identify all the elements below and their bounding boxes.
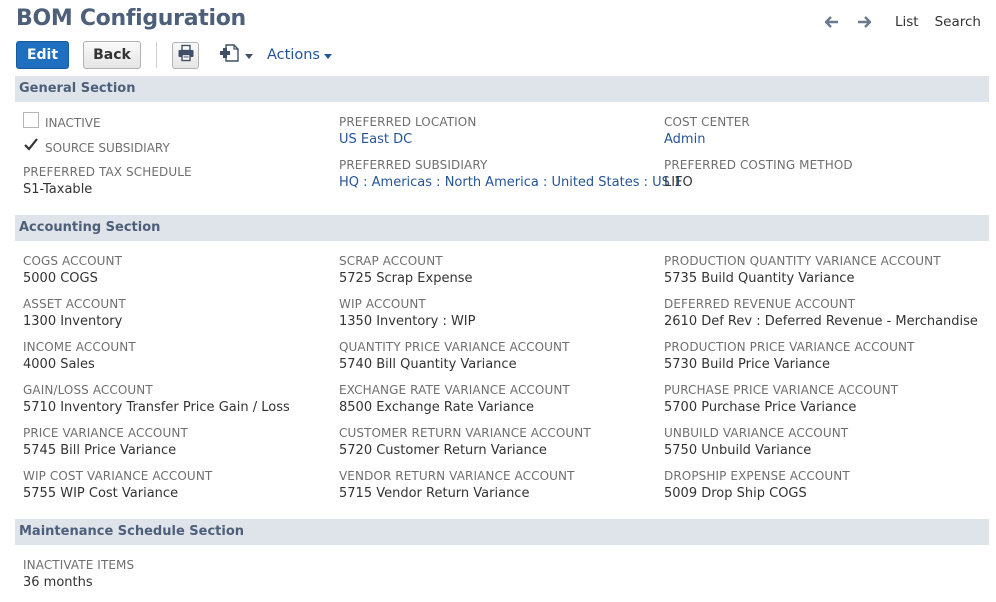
field-label: PRODUCTION PRICE VARIANCE ACCOUNT [664,340,915,354]
print-button[interactable] [172,41,199,69]
field-label: DEFERRED REVENUE ACCOUNT [664,297,856,311]
printer-icon [177,44,195,67]
toolbar-divider [156,42,157,68]
field-value: 5715 Vendor Return Variance [339,486,530,501]
exchange-rate-variance-account-field: EXCHANGE RATE VARIANCE ACCOUNT 8500 Excha… [339,383,659,416]
preferred-tax-schedule-field: PREFERRED TAX SCHEDULE S1-Taxable [23,165,343,198]
accounting-section-header[interactable]: Accounting Section [15,215,989,241]
toolbar: Edit Back Actions [16,40,332,70]
field-label: CUSTOMER RETURN VARIANCE ACCOUNT [339,426,591,440]
inactive-label: INACTIVE [45,116,101,130]
field-value: 5009 Drop Ship COGS [664,486,807,501]
deferred-revenue-account-field: DEFERRED REVENUE ACCOUNT 2610 Def Rev : D… [664,297,984,330]
cost-center-link[interactable]: Admin [664,132,984,148]
field-value: 5755 WIP Cost Variance [23,486,179,501]
field-label: VENDOR RETURN VARIANCE ACCOUNT [339,469,575,483]
field-value: 5730 Build Price Variance [664,357,830,372]
field-label: UNBUILD VARIANCE ACCOUNT [664,426,849,440]
field-label: PREFERRED TAX SCHEDULE [23,165,192,179]
preferred-subsidiary-link[interactable]: HQ : Americas : North America : United S… [339,175,682,191]
purchase-price-variance-account-field: PURCHASE PRICE VARIANCE ACCOUNT 5700 Purc… [664,383,984,416]
back-button[interactable]: Back [83,41,141,69]
asset-account-field: ASSET ACCOUNT 1300 Inventory [23,297,343,330]
field-value: 5720 Customer Return Variance [339,443,547,458]
new-document-icon [219,43,241,68]
general-section-header[interactable]: General Section [15,76,989,102]
vendor-return-variance-account-field: VENDOR RETURN VARIANCE ACCOUNT 5715 Vendo… [339,469,659,502]
field-label: COST CENTER [664,115,750,129]
preferred-location-field: PREFERRED LOCATION US East DC [339,115,659,148]
field-value: 5710 Inventory Transfer Price Gain / Los… [23,400,290,415]
field-value: 2610 Def Rev : Deferred Revenue - Mercha… [664,314,978,329]
production-price-variance-account-field: PRODUCTION PRICE VARIANCE ACCOUNT 5730 Bu… [664,340,984,373]
unbuild-variance-account-field: UNBUILD VARIANCE ACCOUNT 5750 Unbuild Var… [664,426,984,459]
preferred-subsidiary-field: PREFERRED SUBSIDIARY HQ : Americas : Nor… [339,158,682,191]
field-label: ASSET ACCOUNT [23,297,126,311]
production-quantity-variance-account-field: PRODUCTION QUANTITY VARIANCE ACCOUNT 5735… [664,254,984,287]
inactivate-items-field: INACTIVATE ITEMS 36 months [23,558,343,591]
edit-button[interactable]: Edit [16,41,69,69]
inactive-checkbox: INACTIVE [23,110,101,130]
field-value: S1-Taxable [23,182,93,197]
income-account-field: INCOME ACCOUNT 4000 Sales [23,340,343,373]
field-value: LIFO [664,175,693,190]
wip-cost-variance-account-field: WIP COST VARIANCE ACCOUNT 5755 WIP Cost V… [23,469,343,502]
field-label: WIP COST VARIANCE ACCOUNT [23,469,213,483]
field-label: GAIN/LOSS ACCOUNT [23,383,153,397]
checkbox-unchecked [23,112,39,128]
field-label: PREFERRED COSTING METHOD [664,158,853,172]
field-label: PRODUCTION QUANTITY VARIANCE ACCOUNT [664,254,941,268]
field-label: QUANTITY PRICE VARIANCE ACCOUNT [339,340,570,354]
wip-account-field: WIP ACCOUNT 1350 Inventory : WIP [339,297,659,330]
field-value: 5000 COGS [23,271,98,286]
field-label: PRICE VARIANCE ACCOUNT [23,426,188,440]
field-value: 5745 Bill Price Variance [23,443,177,458]
checkmark-icon [23,137,39,153]
field-value: 5740 Bill Quantity Variance [339,357,517,372]
field-label: PREFERRED SUBSIDIARY [339,158,488,172]
field-label: INACTIVATE ITEMS [23,558,135,572]
actions-menu[interactable]: Actions [267,47,332,63]
new-record-menu[interactable] [219,43,253,68]
field-label: PREFERRED LOCATION [339,115,477,129]
price-variance-account-field: PRICE VARIANCE ACCOUNT 5745 Bill Price Va… [23,426,343,459]
preferred-costing-method-field: PREFERRED COSTING METHOD LIFO [664,158,984,191]
field-value: 5700 Purchase Price Variance [664,400,857,415]
next-record-arrow-icon[interactable] [855,13,873,31]
list-link[interactable]: List [895,14,919,30]
actions-label: Actions [267,47,320,63]
maintenance-section-header[interactable]: Maintenance Schedule Section [15,519,989,545]
field-value: 4000 Sales [23,357,95,372]
field-label: DROPSHIP EXPENSE ACCOUNT [664,469,850,483]
field-label: WIP ACCOUNT [339,297,426,311]
cogs-account-field: COGS ACCOUNT 5000 COGS [23,254,343,287]
cost-center-field: COST CENTER Admin [664,115,984,148]
page-title: BOM Configuration [16,6,246,31]
source-subsidiary-label: SOURCE SUBSIDIARY [45,141,170,155]
field-value: 36 months [23,575,93,590]
field-value: 8500 Exchange Rate Variance [339,400,534,415]
field-label: PURCHASE PRICE VARIANCE ACCOUNT [664,383,899,397]
previous-record-arrow-icon[interactable] [823,13,841,31]
source-subsidiary-checkbox: SOURCE SUBSIDIARY [23,135,170,155]
scrap-account-field: SCRAP ACCOUNT 5725 Scrap Expense [339,254,659,287]
field-value: 5750 Unbuild Variance [664,443,812,458]
record-navigation: List Search [823,13,981,31]
field-value: 1350 Inventory : WIP [339,314,476,329]
preferred-location-link[interactable]: US East DC [339,132,659,148]
field-label: COGS ACCOUNT [23,254,123,268]
quantity-price-variance-account-field: QUANTITY PRICE VARIANCE ACCOUNT 5740 Bill… [339,340,659,373]
dropship-expense-account-field: DROPSHIP EXPENSE ACCOUNT 5009 Drop Ship C… [664,469,984,502]
search-link[interactable]: Search [935,14,981,30]
field-label: SCRAP ACCOUNT [339,254,443,268]
chevron-down-icon [245,53,253,59]
chevron-down-icon [323,53,332,59]
field-value: 5725 Scrap Expense [339,271,473,286]
field-value: 5735 Build Quantity Variance [664,271,855,286]
field-label: INCOME ACCOUNT [23,340,136,354]
gain-loss-account-field: GAIN/LOSS ACCOUNT 5710 Inventory Transfer… [23,383,343,416]
customer-return-variance-account-field: CUSTOMER RETURN VARIANCE ACCOUNT 5720 Cus… [339,426,659,459]
field-value: 1300 Inventory [23,314,123,329]
field-label: EXCHANGE RATE VARIANCE ACCOUNT [339,383,570,397]
